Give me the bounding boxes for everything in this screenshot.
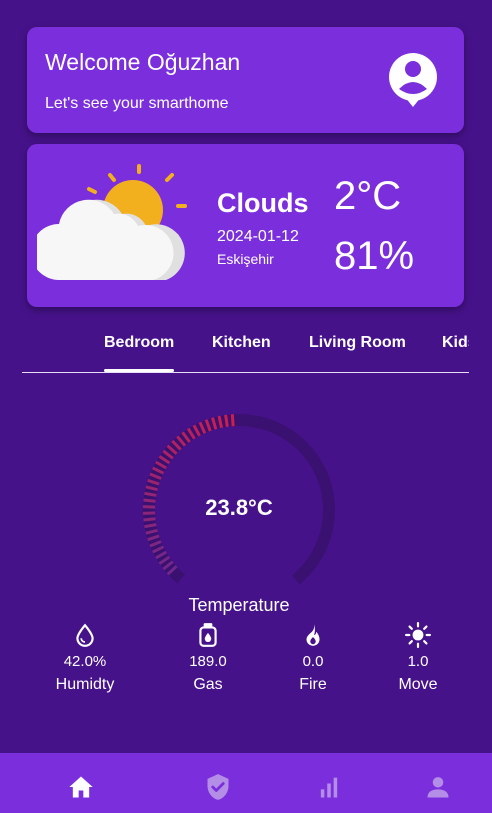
shield-check-icon[interactable]	[204, 773, 232, 801]
welcome-title: Welcome Oğuzhan	[45, 49, 241, 75]
account-circle-icon[interactable]	[387, 51, 439, 107]
sensor-label: Fire	[299, 676, 327, 693]
welcome-card: Welcome Oğuzhan Let's see your smarthome	[27, 27, 464, 133]
gauge-value: 23.8°C	[205, 495, 273, 520]
weather-date: 2024-01-12	[217, 228, 299, 245]
water-drop-icon	[76, 623, 94, 647]
sensor-value: 189.0	[189, 653, 227, 670]
tab-living-room[interactable]: Living Room	[309, 334, 406, 352]
gas-cylinder-icon	[199, 623, 217, 647]
bar-chart-icon[interactable]	[315, 773, 343, 801]
room-tabs: Bedroom Kitchen Living Room Kids	[22, 322, 469, 373]
weather-card: Clouds 2024-01-12 Eskişehir 2°C 81%	[27, 144, 464, 307]
sensor-label: Gas	[193, 676, 223, 693]
sensor-fire: 0.0 Fire	[263, 622, 363, 694]
sensor-label: Humidty	[55, 676, 115, 693]
gauge-segment	[144, 523, 157, 529]
tab-bedroom[interactable]: Bedroom	[104, 334, 174, 352]
sensor-humidity: 42.0% Humidty	[35, 622, 135, 694]
weather-city: Eskişehir	[217, 251, 274, 267]
sun-icon	[405, 622, 431, 648]
fire-icon	[306, 624, 320, 646]
tab-kids[interactable]: Kids	[442, 334, 469, 352]
tab-kitchen[interactable]: Kitchen	[212, 334, 271, 352]
home-icon[interactable]	[67, 773, 95, 801]
sensor-gas: 189.0 Gas	[158, 622, 258, 694]
welcome-subtitle: Let's see your smarthome	[45, 95, 229, 112]
gauge-segment	[230, 414, 235, 427]
gauge-label: Temperature	[188, 595, 290, 615]
weather-condition: Clouds	[217, 188, 309, 218]
partly-cloudy-icon	[37, 164, 187, 280]
person-icon[interactable]	[424, 773, 452, 801]
sensor-label: Move	[398, 676, 438, 693]
weather-humidity: 81%	[334, 234, 415, 278]
sensor-value: 0.0	[302, 653, 324, 670]
bottom-navigation	[0, 753, 492, 813]
sensor-move: 1.0 Move	[368, 622, 468, 694]
weather-temperature: 2°C	[334, 174, 402, 218]
gauge-segment	[224, 414, 229, 428]
sensor-value: 1.0	[407, 653, 429, 670]
tab-indicator	[104, 369, 174, 372]
sensor-value: 42.0%	[63, 653, 107, 670]
